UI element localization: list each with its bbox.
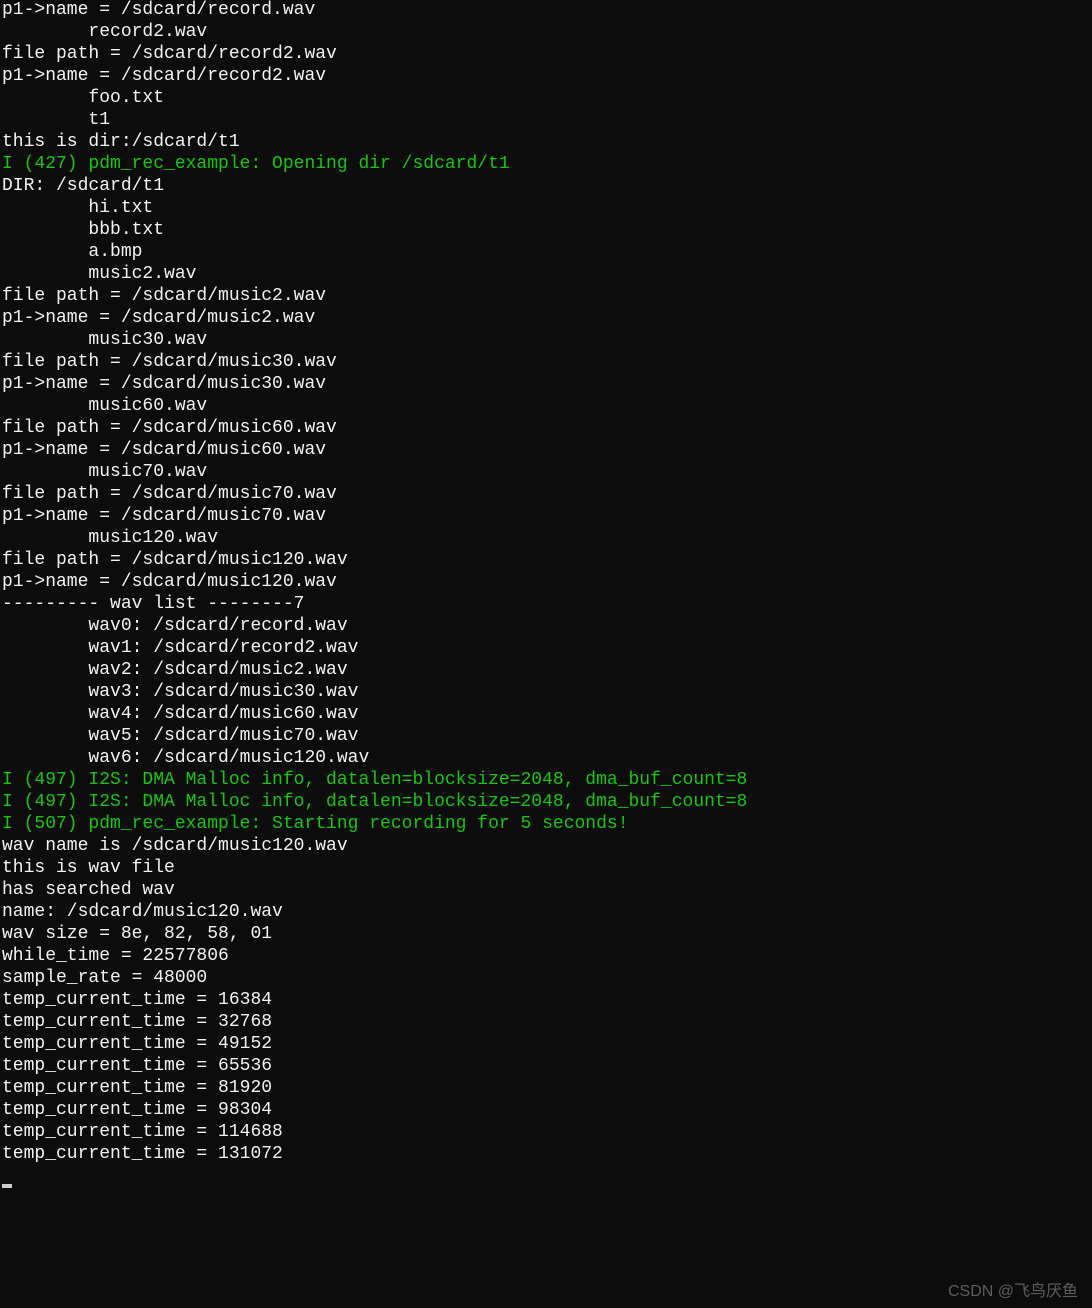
terminal-line: while_time = 22577806 [2, 946, 1090, 968]
terminal-line: music60.wav [2, 396, 1090, 418]
terminal-line: p1->name = /sdcard/music30.wav [2, 374, 1090, 396]
terminal-line: p1->name = /sdcard/music2.wav [2, 308, 1090, 330]
terminal-line: foo.txt [2, 88, 1090, 110]
terminal-line: I (507) pdm_rec_example: Starting record… [2, 814, 1090, 836]
terminal-line: temp_current_time = 131072 [2, 1144, 1090, 1166]
terminal-line: wav1: /sdcard/record2.wav [2, 638, 1090, 660]
terminal-line: bbb.txt [2, 220, 1090, 242]
terminal-line: temp_current_time = 65536 [2, 1056, 1090, 1078]
watermark-text: CSDN @飞鸟厌鱼 [948, 1282, 1078, 1302]
terminal-line: file path = /sdcard/music60.wav [2, 418, 1090, 440]
terminal-line: record2.wav [2, 22, 1090, 44]
cursor-icon [2, 1184, 12, 1188]
terminal-cursor-line [2, 1166, 1090, 1188]
terminal-line: temp_current_time = 16384 [2, 990, 1090, 1012]
terminal-line: wav4: /sdcard/music60.wav [2, 704, 1090, 726]
terminal-line: a.bmp [2, 242, 1090, 264]
terminal-line: I (427) pdm_rec_example: Opening dir /sd… [2, 154, 1090, 176]
terminal-line: this is dir:/sdcard/t1 [2, 132, 1090, 154]
terminal-line: p1->name = /sdcard/record2.wav [2, 66, 1090, 88]
terminal-line: sample_rate = 48000 [2, 968, 1090, 990]
terminal-line: has searched wav [2, 880, 1090, 902]
terminal-line: p1->name = /sdcard/record.wav [2, 0, 1090, 22]
terminal-line: p1->name = /sdcard/music70.wav [2, 506, 1090, 528]
terminal-line: music70.wav [2, 462, 1090, 484]
terminal-line: I (497) I2S: DMA Malloc info, datalen=bl… [2, 770, 1090, 792]
terminal-line: DIR: /sdcard/t1 [2, 176, 1090, 198]
terminal-line: wav size = 8e, 82, 58, 01 [2, 924, 1090, 946]
terminal-line: wav3: /sdcard/music30.wav [2, 682, 1090, 704]
terminal-line: this is wav file [2, 858, 1090, 880]
terminal-line: file path = /sdcard/music70.wav [2, 484, 1090, 506]
terminal-line: temp_current_time = 32768 [2, 1012, 1090, 1034]
terminal-line: music120.wav [2, 528, 1090, 550]
terminal-line: t1 [2, 110, 1090, 132]
terminal-line: name: /sdcard/music120.wav [2, 902, 1090, 924]
terminal-line: file path = /sdcard/music30.wav [2, 352, 1090, 374]
terminal-line: temp_current_time = 114688 [2, 1122, 1090, 1144]
terminal-line: hi.txt [2, 198, 1090, 220]
terminal-line: file path = /sdcard/music2.wav [2, 286, 1090, 308]
terminal-line: file path = /sdcard/music120.wav [2, 550, 1090, 572]
terminal-line: I (497) I2S: DMA Malloc info, datalen=bl… [2, 792, 1090, 814]
terminal-line: music30.wav [2, 330, 1090, 352]
terminal-line: --------- wav list --------7 [2, 594, 1090, 616]
terminal-line: wav name is /sdcard/music120.wav [2, 836, 1090, 858]
terminal-line: wav0: /sdcard/record.wav [2, 616, 1090, 638]
terminal-output: p1->name = /sdcard/record.wav record2.wa… [0, 0, 1092, 1188]
terminal-line: music2.wav [2, 264, 1090, 286]
terminal-line: p1->name = /sdcard/music120.wav [2, 572, 1090, 594]
terminal-line: wav6: /sdcard/music120.wav [2, 748, 1090, 770]
terminal-line: wav2: /sdcard/music2.wav [2, 660, 1090, 682]
terminal-line: wav5: /sdcard/music70.wav [2, 726, 1090, 748]
terminal-line: file path = /sdcard/record2.wav [2, 44, 1090, 66]
terminal-line: temp_current_time = 98304 [2, 1100, 1090, 1122]
terminal-line: p1->name = /sdcard/music60.wav [2, 440, 1090, 462]
terminal-line: temp_current_time = 81920 [2, 1078, 1090, 1100]
terminal-line: temp_current_time = 49152 [2, 1034, 1090, 1056]
